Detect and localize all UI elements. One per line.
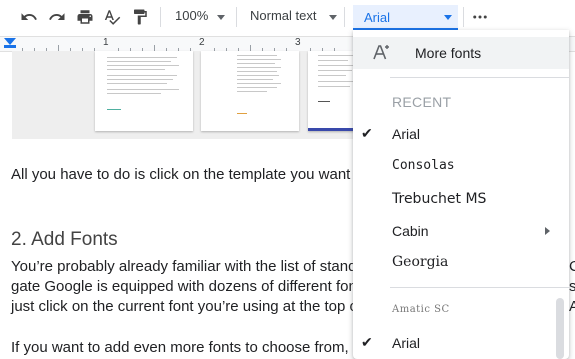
font-item-arial-all[interactable]: Arial xyxy=(392,335,420,351)
menu-divider xyxy=(390,77,569,78)
paragraph-style-select[interactable]: Normal text xyxy=(250,8,316,23)
font-select-value: Arial xyxy=(364,10,391,25)
more-fonts-label: More fonts xyxy=(415,45,482,61)
zoom-chevron-down-icon[interactable] xyxy=(217,15,225,20)
template-thumbnail xyxy=(95,51,193,131)
check-icon: ✔ xyxy=(361,125,373,141)
doc-paragraph-line: If you want to add even more fonts to ch… xyxy=(11,339,366,356)
submenu-arrow-icon xyxy=(545,227,550,235)
zoom-select[interactable]: 100% xyxy=(175,8,208,23)
font-chevron-down-icon xyxy=(444,15,452,20)
doc-paragraph-line: gate Google is equipped with dozens of d… xyxy=(11,278,369,295)
template-thumbnails-image xyxy=(12,51,362,139)
toolbar-divider xyxy=(236,7,237,27)
menu-scrollbar[interactable] xyxy=(556,298,564,359)
ruler-number: 1 xyxy=(103,37,109,48)
ruler-number: 2 xyxy=(199,37,205,48)
more-icon[interactable] xyxy=(469,6,491,28)
toolbar-divider xyxy=(344,7,345,27)
toolbar-divider xyxy=(463,7,464,27)
more-fonts-item[interactable]: More fonts xyxy=(353,37,569,69)
redo-icon[interactable] xyxy=(46,6,68,28)
recent-fonts-header: RECENT xyxy=(392,94,452,110)
menu-divider xyxy=(390,287,569,288)
font-select[interactable]: Arial xyxy=(353,5,458,30)
font-item-arial[interactable]: Arial xyxy=(392,126,420,142)
doc-heading: 2. Add Fonts xyxy=(11,229,118,250)
doc-paragraph-line: just click on the current font you’re us… xyxy=(11,298,363,315)
toolbar: 100% Normal text Arial xyxy=(0,0,575,34)
doc-text-edge: s xyxy=(569,278,575,295)
doc-paragraph-line: You’re probably already familiar with th… xyxy=(11,258,365,275)
left-indent-marker[interactable] xyxy=(4,38,16,45)
font-item-trebuchet-ms[interactable]: Trebuchet MS xyxy=(392,191,486,207)
template-thumbnail xyxy=(201,51,299,131)
font-item-georgia[interactable]: Georgia xyxy=(392,254,448,270)
toolbar-divider xyxy=(160,7,161,27)
font-item-consolas[interactable]: Consolas xyxy=(392,158,455,173)
doc-text-edge: C xyxy=(569,258,575,275)
check-icon: ✔ xyxy=(361,334,373,350)
first-line-indent-marker[interactable] xyxy=(4,45,16,48)
font-item-amatic-sc[interactable]: Amatic SC xyxy=(392,304,450,315)
doc-paragraph: All you have to do is click on the templ… xyxy=(11,166,368,183)
font-add-icon xyxy=(373,45,389,60)
paint-format-icon[interactable] xyxy=(129,6,151,28)
spellcheck-icon[interactable] xyxy=(101,6,123,28)
ruler-number: 3 xyxy=(295,37,301,48)
font-dropdown-menu: More fonts RECENT ✔ Arial Consolas Trebu… xyxy=(353,30,569,359)
font-item-cabin[interactable]: Cabin xyxy=(392,223,429,239)
style-chevron-down-icon[interactable] xyxy=(329,15,337,20)
print-icon[interactable] xyxy=(74,6,96,28)
undo-icon[interactable] xyxy=(18,6,40,28)
doc-text-edge: A xyxy=(569,298,575,315)
